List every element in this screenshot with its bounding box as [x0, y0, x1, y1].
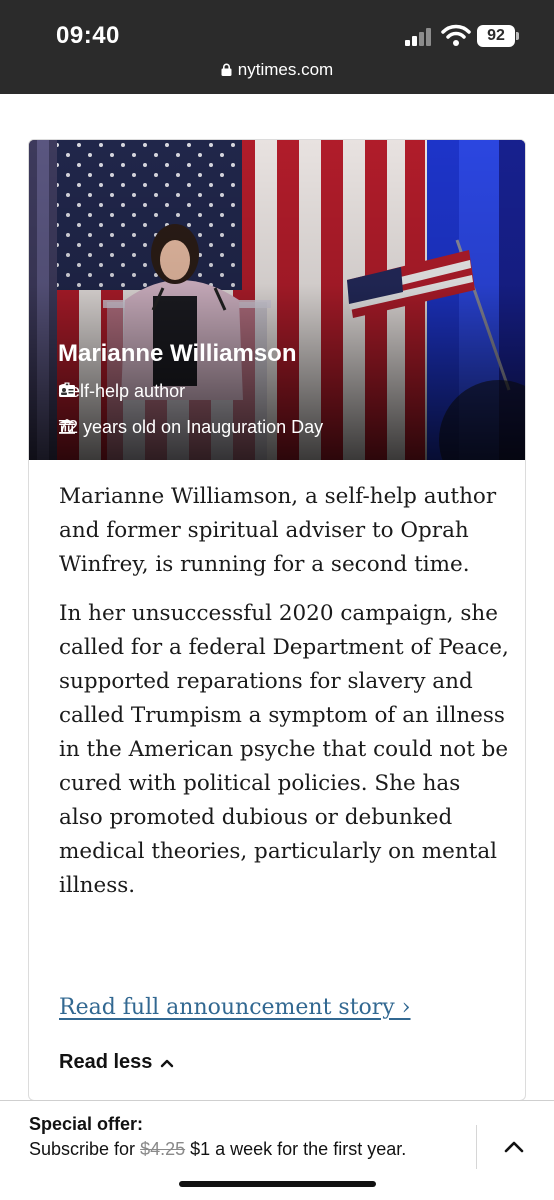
candidate-card: Marianne Williamson Self-help author 72 … — [28, 139, 526, 1101]
chevron-up-icon — [161, 1059, 174, 1067]
description-paragraph: Marianne Williamson, a self-help author … — [59, 484, 497, 577]
read-full-story-link[interactable]: Read full announcement story › — [59, 995, 411, 1020]
read-less-label: Read less — [59, 1051, 153, 1073]
candidate-description: Marianne Williamson, a self-help author … — [59, 480, 509, 918]
banner-divider — [476, 1125, 477, 1169]
status-time: 09:40 — [56, 22, 120, 49]
offer-text-suffix: $1 a week for the first year. — [185, 1139, 407, 1159]
id-badge-icon — [59, 382, 75, 397]
offer-title: Special offer: — [29, 1114, 144, 1134]
chevron-up-icon[interactable] — [502, 1137, 526, 1157]
offer-text-prefix: Subscribe for — [29, 1139, 141, 1159]
url-text: nytimes.com — [237, 60, 334, 79]
home-indicator — [179, 1181, 376, 1187]
occupation-text: Self-help author — [58, 381, 186, 401]
old-price: $4.25 — [140, 1139, 186, 1159]
offer-text[interactable]: Subscribe for $4.25 $1 a week for the fi… — [29, 1137, 449, 1161]
browser-top-bar: 09:40 92 nytimes.com — [0, 0, 554, 94]
candidate-occupation: Self-help author — [58, 381, 185, 402]
read-less-button[interactable]: Read less — [59, 1051, 174, 1074]
lock-icon — [221, 63, 232, 76]
wifi-icon — [441, 24, 471, 46]
candidate-photo: Marianne Williamson Self-help author 72 … — [29, 140, 525, 460]
capitol-building-icon — [59, 419, 75, 434]
candidate-name: Marianne Williamson — [58, 340, 297, 367]
description-paragraph: In her unsuccessful 2020 campaign, she c… — [59, 601, 509, 898]
age-text: 72 years old on Inauguration Day — [58, 417, 324, 437]
battery-indicator: 92 — [477, 25, 519, 47]
cellular-signal-icon — [405, 28, 435, 46]
candidate-age: 72 years old on Inauguration Day — [58, 417, 323, 438]
address-bar[interactable]: nytimes.com — [0, 60, 554, 80]
